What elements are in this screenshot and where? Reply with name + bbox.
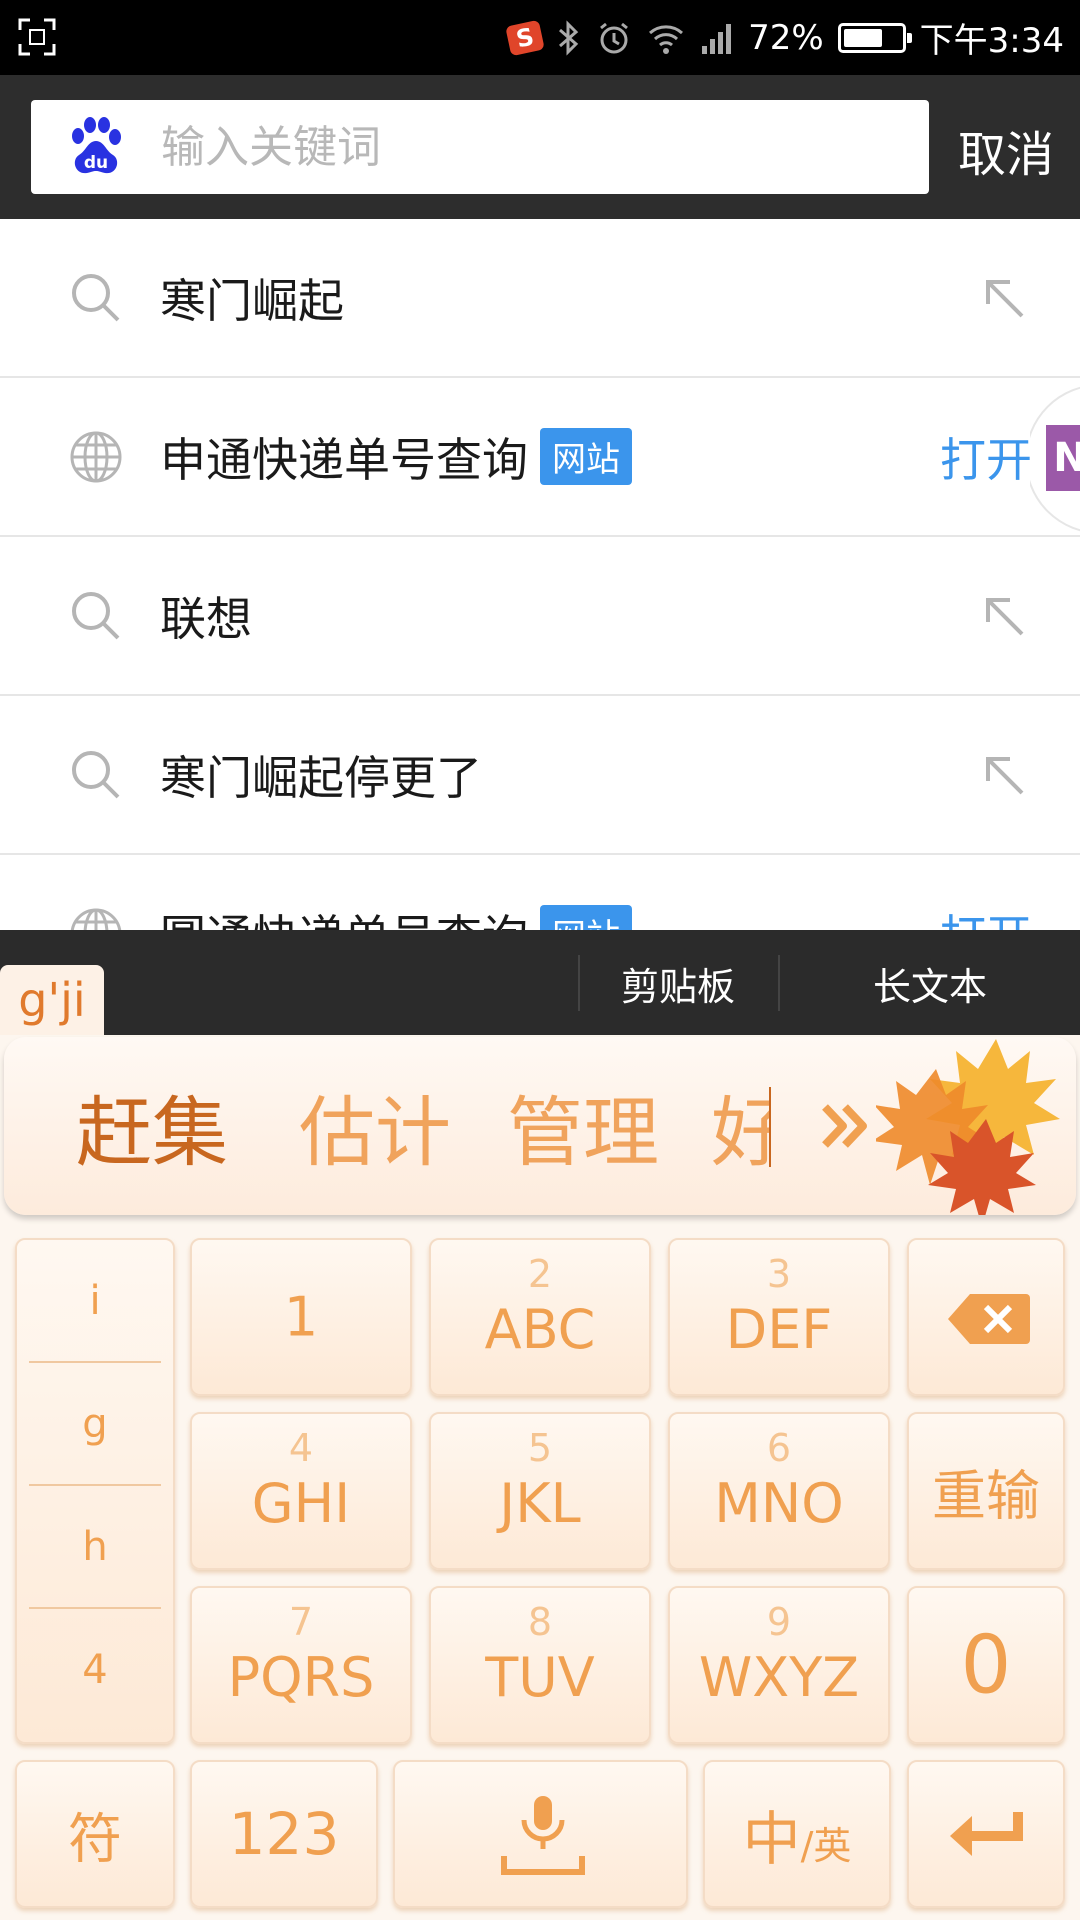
side-letter[interactable]: h (17, 1486, 173, 1607)
lang-main: 中 (742, 1805, 801, 1873)
key-number: 2 (527, 1252, 553, 1296)
key-9-wxyz[interactable]: 9 WXYZ (668, 1586, 890, 1744)
key-label: GHI (251, 1472, 351, 1535)
pinyin-selection-column: i g h 4 (15, 1238, 175, 1744)
clock: 下午3:34 (919, 21, 1064, 61)
onenote-float-icon[interactable]: N (1030, 385, 1080, 533)
expand-candidates-icon[interactable] (819, 1099, 873, 1153)
list-item[interactable]: 寒门崛起停更了 (0, 696, 1080, 855)
fill-arrow-icon[interactable] (980, 274, 1028, 322)
search-box[interactable]: du (31, 100, 929, 194)
cancel-button[interactable]: 取消 (958, 115, 1054, 185)
suggestion-text: 申通快递单号查询 (160, 432, 528, 487)
candidate-word[interactable]: 好 (711, 1071, 771, 1181)
key-4-ghi[interactable]: 4 GHI (190, 1412, 412, 1570)
search-header: du 取消 (0, 75, 1080, 219)
key-label: ABC (484, 1298, 596, 1361)
search-icon (72, 750, 120, 798)
baidu-paw-icon: du (72, 117, 121, 174)
key-number: 3 (766, 1252, 792, 1296)
search-icon (72, 273, 120, 321)
space-key[interactable] (393, 1760, 688, 1908)
key-label: DEF (725, 1298, 833, 1361)
key-number: 7 (288, 1600, 314, 1644)
key-1[interactable]: 1 (190, 1238, 412, 1396)
search-input[interactable] (161, 121, 861, 173)
svg-text:N: N (1053, 435, 1080, 481)
globe-icon (70, 431, 122, 482)
clipboard-button[interactable]: 剪贴板 (580, 955, 776, 1011)
key-label: 0 (960, 1618, 1012, 1712)
key-label: TUV (485, 1646, 595, 1709)
battery-icon (837, 22, 912, 53)
long-text-button[interactable]: 长文本 (830, 955, 1030, 1011)
key-label: MNO (714, 1472, 844, 1535)
svg-text:du: du (84, 153, 108, 173)
language-switch-label: 中/英 (705, 1792, 889, 1876)
key-number: 5 (527, 1426, 553, 1470)
list-item[interactable]: 寒门崛起 (0, 219, 1080, 378)
backspace-icon (948, 1294, 1030, 1344)
numbers-key[interactable]: 123 (190, 1760, 378, 1908)
maple-leaf-decoration (876, 1039, 1060, 1215)
key-0[interactable]: 0 (907, 1586, 1065, 1744)
list-item[interactable]: 联想 (0, 537, 1080, 696)
key-label: PQRS (227, 1646, 375, 1709)
key-label: WXYZ (698, 1646, 860, 1709)
status-bar: S 72% 下午3:34 (0, 0, 1080, 75)
key-number: 8 (527, 1600, 553, 1644)
alarm-icon (600, 22, 628, 53)
lang-alt: /英 (800, 1824, 852, 1868)
search-icon (72, 591, 120, 639)
toolbar-divider (778, 955, 780, 1011)
candidate-word[interactable]: 估计 (299, 1071, 451, 1181)
side-letter[interactable]: g (17, 1363, 173, 1484)
key-number: 4 (288, 1426, 314, 1470)
wifi-icon (649, 24, 684, 54)
candidate-bar: 赶集 估计 管理 好 (4, 1037, 1076, 1215)
suggestion-text: 寒门崛起 (160, 273, 344, 328)
fill-arrow-icon[interactable] (980, 592, 1028, 640)
suggestion-text: 联想 (160, 591, 252, 646)
list-item[interactable]: 申通快递单号查询 网站 打开 (0, 378, 1080, 537)
candidate-word[interactable]: 赶集 (76, 1071, 228, 1181)
suggestion-list: 寒门崛起 申通快递单号查询 网站 打开 联想 寒门崛起停更了 (0, 219, 1080, 1014)
microphone-icon (501, 1796, 585, 1875)
open-link[interactable]: 打开 (940, 424, 1032, 490)
fill-arrow-icon[interactable] (980, 751, 1028, 799)
key-7-pqrs[interactable]: 7 PQRS (190, 1586, 412, 1744)
backspace-key[interactable] (907, 1238, 1065, 1396)
side-letter[interactable]: i (17, 1240, 173, 1361)
battery-percent: 72% (748, 17, 824, 58)
key-3-def[interactable]: 3 DEF (668, 1238, 890, 1396)
key-8-tuv[interactable]: 8 TUV (429, 1586, 651, 1744)
key-number: 6 (766, 1426, 792, 1470)
key-label: JKL (499, 1472, 581, 1535)
pinyin-composition: g'ji (0, 965, 104, 1035)
key-number: 9 (766, 1600, 792, 1644)
key-6-mno[interactable]: 6 MNO (668, 1412, 890, 1570)
bluetooth-icon (559, 19, 579, 56)
signal-icon (702, 23, 732, 54)
language-switch-key[interactable]: 中/英 (703, 1760, 891, 1908)
suggestion-text: 寒门崛起停更了 (160, 750, 482, 805)
key-2-abc[interactable]: 2 ABC (429, 1238, 651, 1396)
key-label: 符 (68, 1807, 122, 1871)
enter-key[interactable] (907, 1760, 1065, 1908)
key-label: 123 (228, 1800, 340, 1868)
side-letter[interactable]: 4 (17, 1609, 173, 1730)
enter-icon (950, 1812, 1023, 1856)
key-label: 1 (283, 1285, 319, 1349)
retype-key[interactable]: 重输 (907, 1412, 1065, 1570)
screenshot-icon (18, 18, 56, 56)
symbols-key[interactable]: 符 (15, 1760, 175, 1908)
candidate-cursor (769, 1087, 771, 1167)
key-5-jkl[interactable]: 5 JKL (429, 1412, 651, 1570)
site-tag: 网站 (540, 428, 632, 485)
key-label: 重输 (932, 1464, 1040, 1528)
sogou-icon: S (505, 19, 545, 56)
battery-fill (843, 28, 883, 47)
candidate-word[interactable]: 管理 (507, 1071, 659, 1181)
